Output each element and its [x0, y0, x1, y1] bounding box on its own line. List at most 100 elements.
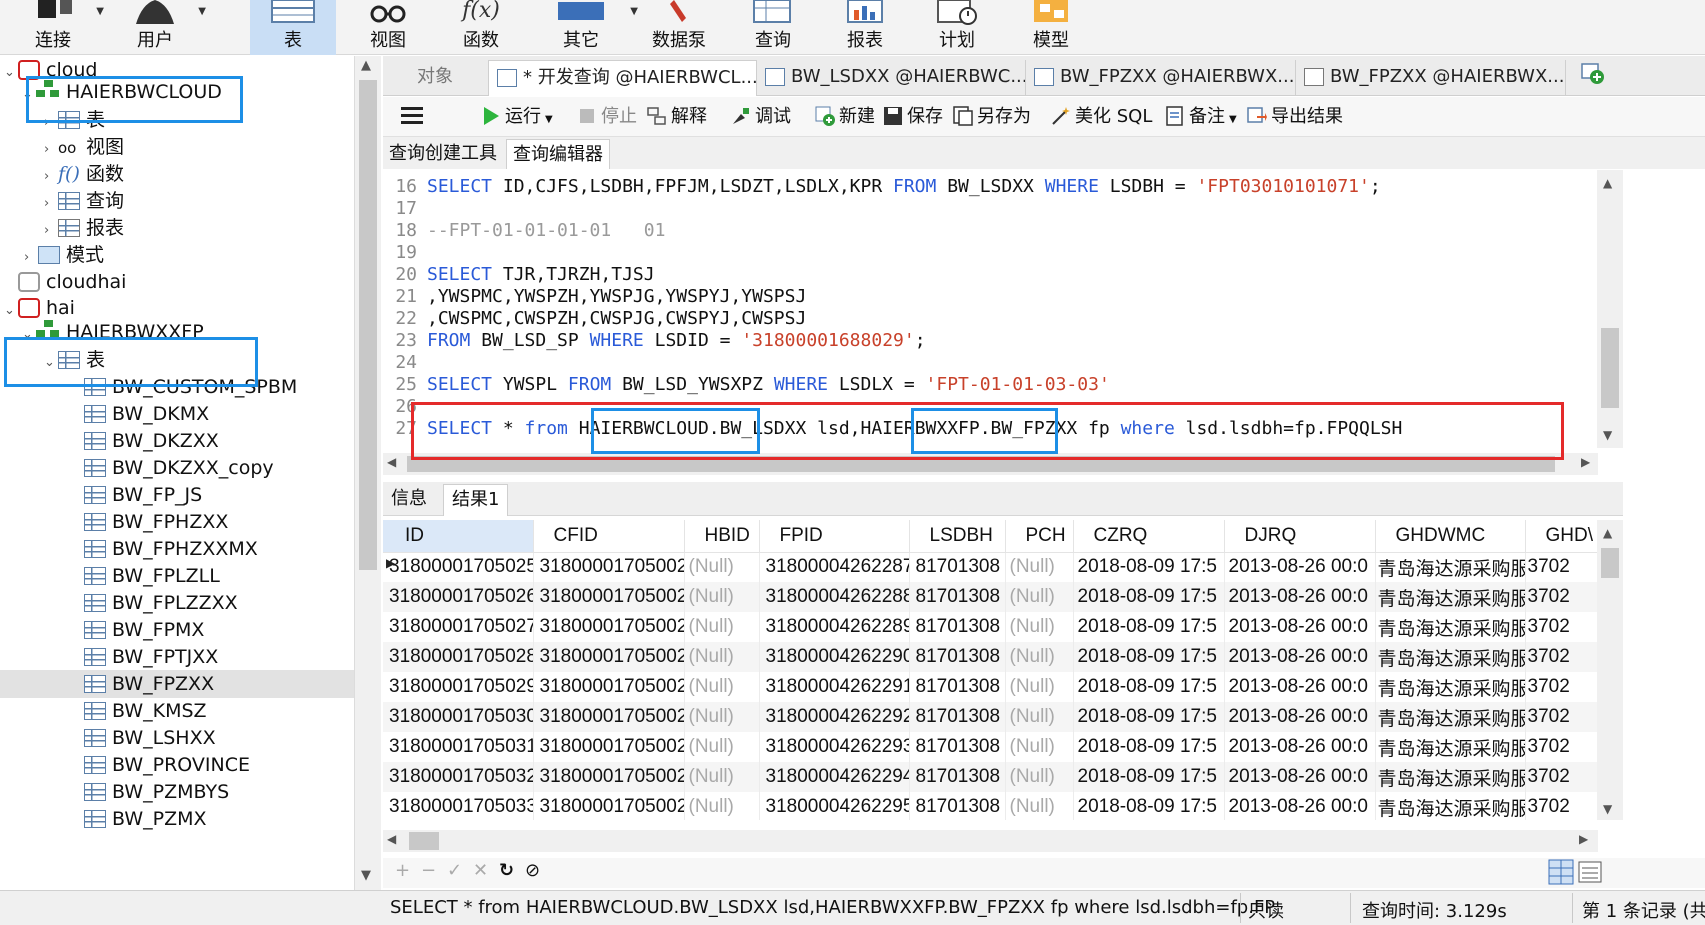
- table-cell[interactable]: 31800001705002: [533, 762, 685, 792]
- tree-table-item[interactable]: BW_DKMX: [0, 400, 354, 428]
- table-cell[interactable]: 31800001705002: [533, 672, 685, 702]
- table-cell[interactable]: 31800004262293: [759, 732, 910, 762]
- table-cell[interactable]: 青岛海达源采购服: [1375, 792, 1526, 820]
- table-cell[interactable]: 3702: [1525, 582, 1598, 612]
- delete-record-icon[interactable]: −: [421, 860, 436, 881]
- table-cell[interactable]: 2018-08-09 17:5: [1073, 792, 1225, 820]
- column-header[interactable]: ID: [383, 520, 534, 553]
- tab-bw-lsdxx[interactable]: BW_LSDXX @HAIERBWC...: [757, 60, 1026, 96]
- beautify-sql-button[interactable]: 美化 SQL: [1051, 103, 1152, 131]
- schedule-button[interactable]: 计划: [914, 0, 1000, 55]
- table-cell[interactable]: 3702: [1525, 732, 1598, 762]
- table-cell[interactable]: 2018-08-09 17:5: [1073, 762, 1225, 792]
- scroll-down-icon[interactable]: ▼: [1603, 428, 1612, 442]
- table-cell[interactable]: 2013-08-26 00:0: [1224, 672, 1376, 702]
- table-cell[interactable]: 31800001705032: [383, 762, 534, 792]
- table-cell[interactable]: 31800001705002: [533, 792, 685, 820]
- connect-button[interactable]: 连接 ▼: [10, 0, 104, 55]
- discard-changes-icon[interactable]: ✕: [473, 860, 488, 881]
- column-header[interactable]: DJRQ: [1224, 520, 1376, 553]
- data-pump-button[interactable]: 数据泵: [636, 0, 722, 55]
- table-cell[interactable]: 31800001705002: [533, 612, 685, 642]
- table-cell[interactable]: 3702: [1525, 642, 1598, 672]
- scrollbar-thumb[interactable]: [409, 832, 439, 850]
- table-cell[interactable]: 2013-08-26 00:0: [1224, 732, 1376, 762]
- table-cell[interactable]: 31800001705002: [533, 642, 685, 672]
- table-row[interactable]: 31800001705032 31800001705002 (Null) 318000…: [383, 762, 1598, 792]
- tree-table-item[interactable]: BW_FPLZLL: [0, 562, 354, 590]
- model-button[interactable]: 模型: [1008, 0, 1094, 55]
- table-cell[interactable]: 青岛海达源采购服: [1375, 582, 1526, 612]
- table-cell[interactable]: 31800004262287: [759, 552, 910, 582]
- report-button[interactable]: 报表: [822, 0, 908, 55]
- table-cell[interactable]: 青岛海达源采购服: [1375, 552, 1526, 582]
- table-cell[interactable]: 青岛海达源采购服: [1375, 642, 1526, 672]
- table-cell[interactable]: 31800001705002: [533, 702, 685, 732]
- table-cell[interactable]: (Null): [684, 762, 760, 792]
- table-cell[interactable]: (Null): [1005, 792, 1074, 820]
- column-header[interactable]: GHD\: [1525, 520, 1598, 553]
- table-cell[interactable]: 2013-08-26 00:0: [1224, 702, 1376, 732]
- tab-bw-fpzxx-1[interactable]: BW_FPZXX @HAIERBWX...: [1026, 60, 1296, 96]
- refresh-icon[interactable]: ↻: [499, 860, 514, 881]
- save-as-button[interactable]: 另存为: [953, 103, 1031, 131]
- grid-view-icon[interactable]: [1548, 859, 1574, 885]
- table-cell[interactable]: 81701308: [909, 792, 1006, 820]
- tab-query-dev[interactable]: * 开发查询 @HAIERBWCL...: [488, 60, 757, 96]
- column-header[interactable]: CZRQ: [1073, 520, 1225, 553]
- stop-button[interactable]: 停止: [577, 103, 637, 131]
- tree-table-item[interactable]: BW_PZMBYS: [0, 778, 354, 806]
- tab-info[interactable]: 信息: [383, 484, 435, 516]
- tree-table-item[interactable]: BW_LSHXX: [0, 724, 354, 752]
- table-row[interactable]: 31800001705030 31800001705002 (Null) 318000…: [383, 702, 1598, 732]
- grid-vertical-scrollbar[interactable]: ▲ ▼: [1597, 520, 1623, 820]
- table-cell[interactable]: 81701308: [909, 732, 1006, 762]
- export-result-button[interactable]: 导出结果: [1247, 103, 1343, 131]
- table-cell[interactable]: 2018-08-09 17:5: [1073, 642, 1225, 672]
- table-cell[interactable]: 31800001705025: [383, 552, 534, 582]
- table-cell[interactable]: 31800001705027: [383, 612, 534, 642]
- table-cell[interactable]: 31800004262292: [759, 702, 910, 732]
- table-cell[interactable]: 31800001705028: [383, 642, 534, 672]
- comment-button[interactable]: 备注 ▼: [1165, 103, 1237, 131]
- table-cell[interactable]: 2018-08-09 17:5: [1073, 672, 1225, 702]
- run-button[interactable]: 运行 ▼: [481, 103, 553, 131]
- table-cell[interactable]: 3702: [1525, 702, 1598, 732]
- tree-table-item[interactable]: BW_DKZXX: [0, 427, 354, 455]
- table-cell[interactable]: 2018-08-09 17:5: [1073, 552, 1225, 582]
- column-header[interactable]: HBID: [684, 520, 760, 553]
- tree-table-item[interactable]: BW_FP_JS: [0, 481, 354, 509]
- table-cell[interactable]: 81701308: [909, 582, 1006, 612]
- tree-table-item[interactable]: BW_DKZXX_copy: [0, 454, 354, 482]
- chevron-down-icon[interactable]: ▼: [1229, 114, 1237, 125]
- table-cell[interactable]: (Null): [1005, 672, 1074, 702]
- table-row[interactable]: 31800001705025 31800001705002 (Null) 318000…: [383, 552, 1598, 582]
- chevron-down-icon[interactable]: ⌄: [4, 59, 18, 87]
- scroll-up-icon[interactable]: ▲: [1603, 526, 1612, 540]
- grid-horizontal-scrollbar[interactable]: ◀ ▶: [383, 830, 1598, 852]
- user-button[interactable]: 用户 ▼: [112, 0, 206, 55]
- tab-query-editor[interactable]: 查询编辑器: [506, 139, 610, 169]
- table-cell[interactable]: 31800001705002: [533, 582, 685, 612]
- table-cell[interactable]: 3702: [1525, 792, 1598, 820]
- new-button[interactable]: 新建: [815, 103, 875, 131]
- table-cell[interactable]: 31800001705031: [383, 732, 534, 762]
- tree-table-item[interactable]: BW_FPMX: [0, 616, 354, 644]
- table-cell[interactable]: 2013-08-26 00:0: [1224, 642, 1376, 672]
- other-button[interactable]: 其它 ▼: [538, 0, 638, 55]
- table-cell[interactable]: 81701308: [909, 612, 1006, 642]
- table-cell[interactable]: 2013-08-26 00:0: [1224, 552, 1376, 582]
- table-cell[interactable]: 81701308: [909, 762, 1006, 792]
- scroll-down-icon[interactable]: ▼: [1603, 802, 1612, 816]
- column-header[interactable]: FPID: [759, 520, 910, 553]
- tree-folder-functions[interactable]: › f() 函数: [44, 160, 124, 188]
- add-record-icon[interactable]: +: [395, 860, 410, 881]
- table-cell[interactable]: 31800004262290: [759, 642, 910, 672]
- table-cell[interactable]: (Null): [684, 642, 760, 672]
- tree-folder-reports[interactable]: › 报表: [44, 214, 124, 242]
- table-cell[interactable]: (Null): [1005, 612, 1074, 642]
- table-cell[interactable]: 2013-08-26 00:0: [1224, 792, 1376, 820]
- explain-button[interactable]: 解释: [647, 103, 707, 131]
- tree-scrollbar[interactable]: ▲ ▼: [355, 56, 381, 890]
- table-cell[interactable]: 81701308: [909, 552, 1006, 582]
